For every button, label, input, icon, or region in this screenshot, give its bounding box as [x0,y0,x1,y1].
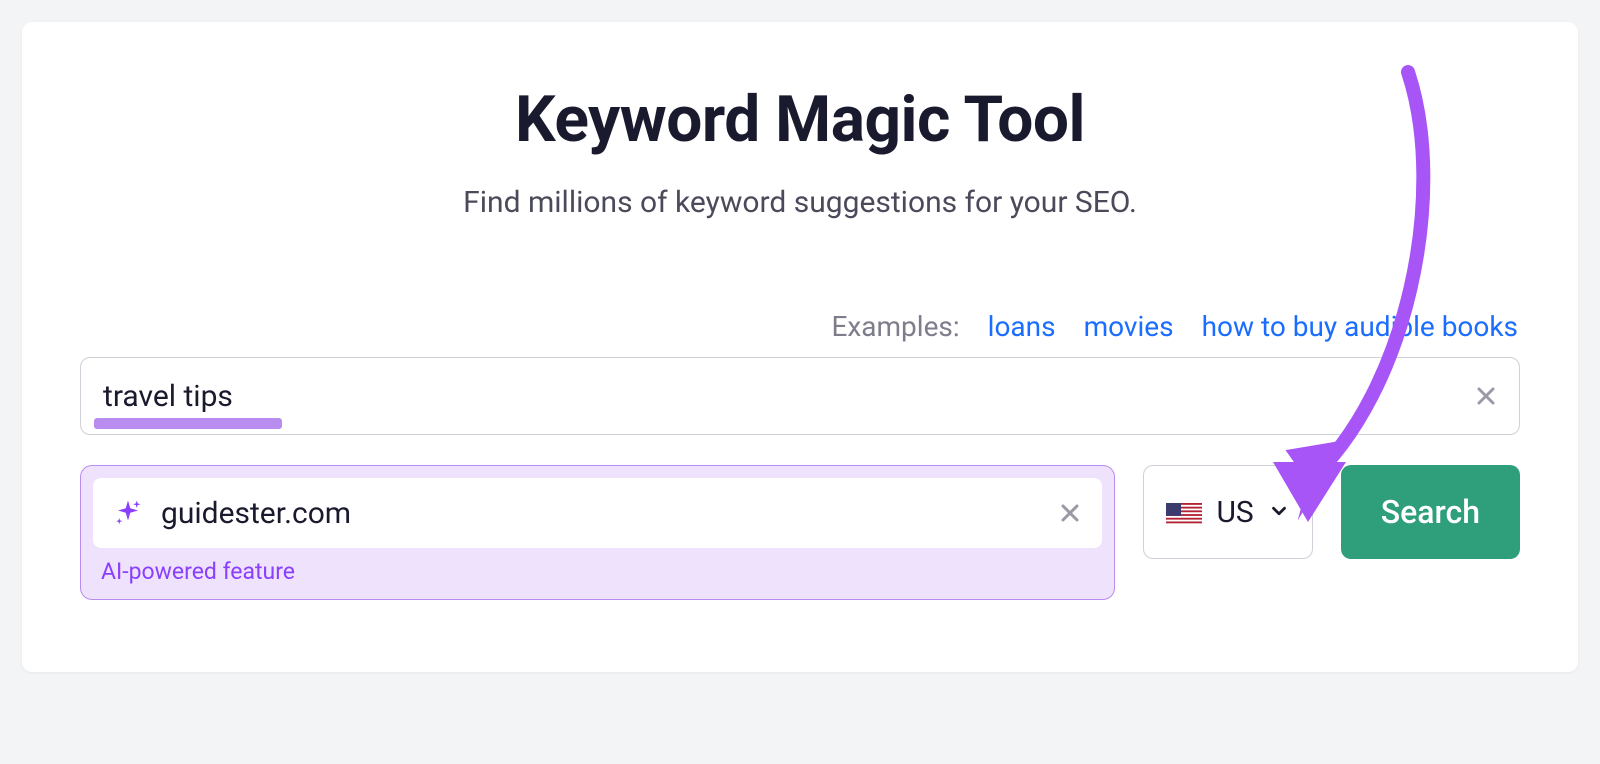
sparkle-icon [113,498,143,528]
ai-feature-caption: AI-powered feature [101,558,1102,585]
examples-label: Examples: [831,310,959,343]
keyword-input[interactable] [80,357,1520,435]
us-flag-icon [1166,500,1202,524]
examples-row: Examples: loans movies how to buy audibl… [80,310,1520,343]
clear-icon[interactable] [1474,384,1498,408]
keyword-input-container [80,357,1520,435]
example-link-movies[interactable]: movies [1084,310,1174,343]
country-code: US [1216,495,1253,530]
clear-domain-icon[interactable] [1058,501,1082,525]
domain-panel: AI-powered feature [80,465,1115,600]
chevron-down-icon [1268,495,1290,530]
example-link-audible[interactable]: how to buy audible books [1202,310,1518,343]
example-link-loans[interactable]: loans [988,310,1056,343]
page-subtitle: Find millions of keyword suggestions for… [80,185,1520,220]
second-row: AI-powered feature US [80,465,1520,600]
page-title: Keyword Magic Tool [80,82,1520,157]
domain-input-container [93,478,1102,548]
search-button[interactable]: Search [1341,465,1520,559]
domain-input[interactable] [161,496,1058,531]
keyword-magic-card: Keyword Magic Tool Find millions of keyw… [22,22,1578,672]
country-select[interactable]: US [1143,465,1312,559]
